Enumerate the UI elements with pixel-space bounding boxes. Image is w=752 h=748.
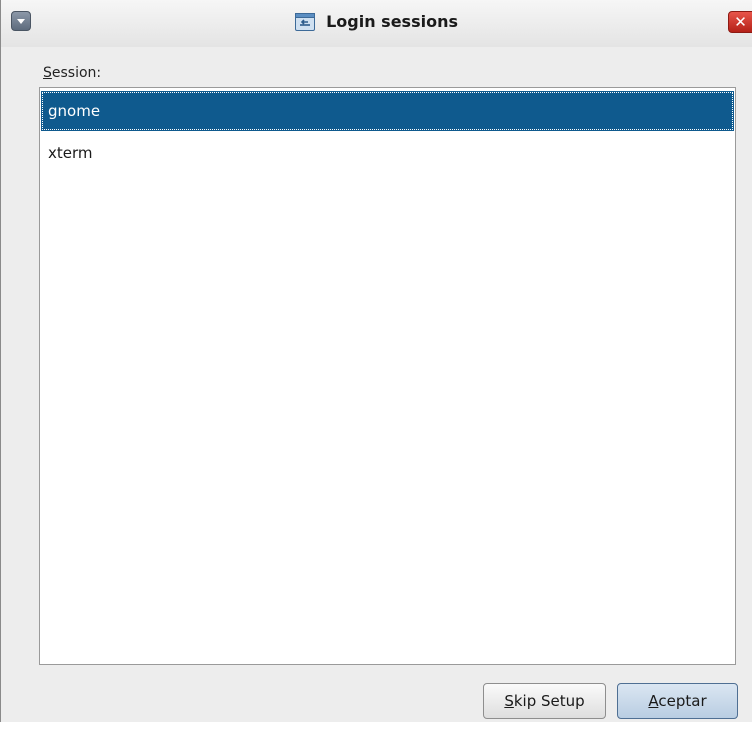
accept-mnemonic: A [648, 692, 659, 710]
skip-setup-button[interactable]: Skip Setup [483, 683, 606, 719]
app-window-icon [295, 12, 315, 31]
window-title-group: Login sessions [1, 11, 752, 35]
accept-label: ceptar [658, 692, 707, 710]
window-title: Login sessions [326, 12, 458, 31]
session-label: Session: [43, 65, 101, 81]
close-icon[interactable]: ✕ [728, 11, 752, 33]
skip-setup-label: kip Setup [513, 692, 585, 710]
skip-setup-mnemonic: S [504, 692, 514, 710]
session-label-mnemonic: S [43, 65, 52, 81]
session-label-text: ession: [51, 65, 102, 81]
title-bar[interactable]: Login sessions ✕ [1, 0, 752, 47]
list-item-gnome[interactable]: gnome [41, 91, 734, 131]
accept-button[interactable]: Aceptar [617, 683, 738, 719]
list-item-xterm[interactable]: xterm [41, 133, 734, 173]
session-list[interactable]: gnome xterm [39, 87, 736, 665]
login-sessions-dialog: Login sessions ✕ Session: gnome xterm Sk… [0, 0, 752, 722]
